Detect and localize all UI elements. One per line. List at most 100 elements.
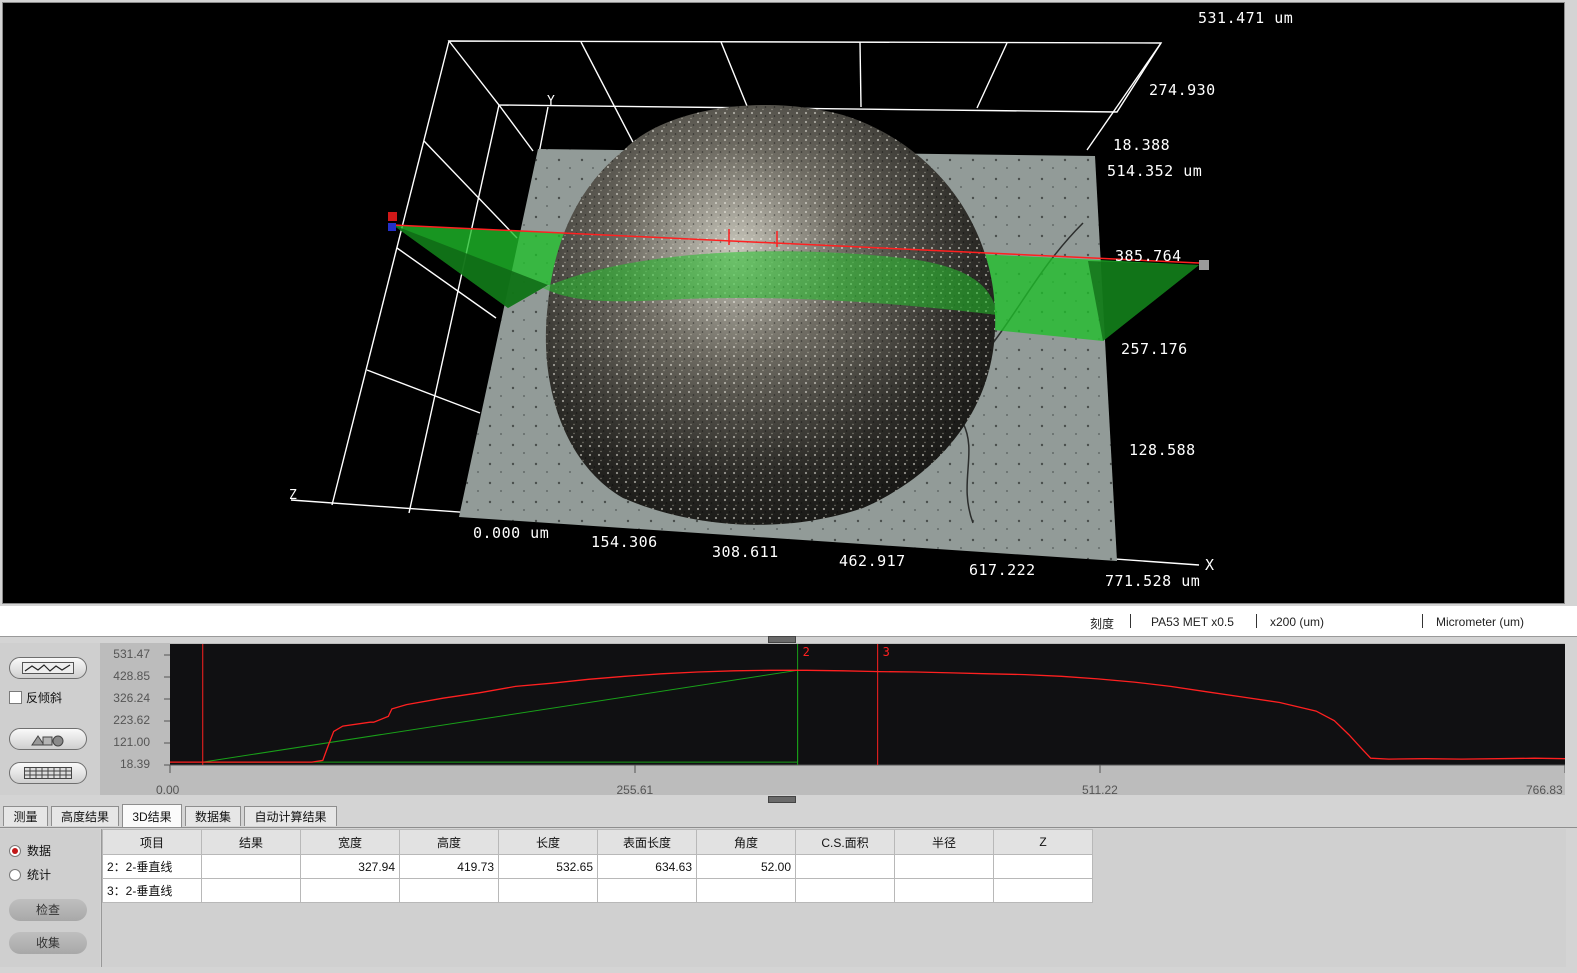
profile-chart[interactable]: 23 531.47 428.85 326.24 223.62 121.00 18.39 0… <box>100 643 1565 797</box>
table-row[interactable]: 3：2-垂直线 <box>102 878 1093 903</box>
tab-dataset[interactable]: 数据集 <box>185 806 241 826</box>
table-cell[interactable] <box>795 878 895 903</box>
table-cell[interactable] <box>696 878 796 903</box>
check-button[interactable]: 检查 <box>9 899 87 921</box>
x-tick-label: 511.22 <box>1082 783 1118 797</box>
y-tick-label: 121.00 <box>113 735 150 749</box>
x-tick-label: 462.917 <box>839 552 906 570</box>
x-tick-label: 0.00 <box>156 783 180 797</box>
table-row[interactable]: 2：2-垂直线 327.94 419.73 532.65 634.63 52.0… <box>102 854 1093 879</box>
x-max-label: 771.528 um <box>1105 572 1201 590</box>
profile-plot: 23 <box>164 644 1565 773</box>
y-max-label: 514.352 um <box>1107 162 1203 180</box>
status-zoom: x200 (um) <box>1270 615 1325 629</box>
z-tick-label: 274.930 <box>1149 81 1216 99</box>
table-cell[interactable] <box>399 878 499 903</box>
table-cell[interactable]: 634.63 <box>597 854 697 879</box>
invert-tilt-checkbox[interactable] <box>9 691 22 704</box>
splitter-handle[interactable] <box>768 796 796 803</box>
column-header[interactable]: 高度 <box>399 829 499 855</box>
results-table-area: 项目 结果 宽度 高度 长度 表面长度 角度 C.S.面积 半径 Z 2：2-垂… <box>101 829 1566 967</box>
radio-data[interactable]: 数据 <box>9 842 51 859</box>
table-cell[interactable] <box>894 854 994 879</box>
table-cell[interactable] <box>795 854 895 879</box>
3d-viewport[interactable]: 531.471 um 274.930 18.388 514.352 um 385… <box>2 2 1565 604</box>
table-cell[interactable] <box>993 854 1093 879</box>
table-cell[interactable] <box>498 878 598 903</box>
y-tick-label: 326.24 <box>113 691 150 705</box>
table-cell[interactable]: 52.00 <box>696 854 796 879</box>
table-cell[interactable] <box>201 878 301 903</box>
table-header-row: 项目 结果 宽度 高度 长度 表面长度 角度 C.S.面积 半径 Z <box>102 829 1093 855</box>
tab-divider <box>0 827 1577 828</box>
grid-view-button[interactable] <box>9 762 87 784</box>
results-options-panel: 数据 统计 检查 收集 <box>0 829 100 967</box>
table-cell[interactable] <box>201 854 301 879</box>
plot-area <box>170 644 1565 765</box>
profile-wave-icon <box>22 662 74 674</box>
table-cell[interactable]: 532.65 <box>498 854 598 879</box>
column-header[interactable]: 角度 <box>696 829 796 855</box>
3d-view-button[interactable] <box>9 728 87 750</box>
column-header[interactable]: 表面长度 <box>597 829 697 855</box>
radio-statistics-dot[interactable] <box>9 868 21 881</box>
z-axis-letter: Z <box>289 488 298 503</box>
y-tick-label: 18.388 <box>1113 136 1171 154</box>
radio-data-label: 数据 <box>27 844 52 858</box>
splitter-handle[interactable] <box>768 636 796 643</box>
tab-measure[interactable]: 测量 <box>3 806 48 826</box>
column-header[interactable]: 半径 <box>894 829 994 855</box>
status-separator <box>1256 614 1257 628</box>
results-table: 项目 结果 宽度 高度 长度 表面长度 角度 C.S.面积 半径 Z 2：2-垂… <box>102 829 1093 903</box>
table-cell[interactable] <box>993 878 1093 903</box>
tab-auto-calc-results[interactable]: 自动计算结果 <box>244 806 337 826</box>
status-separator <box>1422 614 1423 628</box>
y-tick-label: 428.85 <box>113 669 150 683</box>
invert-tilt-toggle[interactable]: 反倾斜 <box>9 689 62 706</box>
column-header[interactable]: Z <box>993 829 1093 855</box>
y-tick-label: 128.588 <box>1129 441 1196 459</box>
tab-3d-results[interactable]: 3D结果 <box>122 804 182 828</box>
table-cell[interactable]: 419.73 <box>399 854 499 879</box>
y-tick-label: 385.764 <box>1115 247 1182 265</box>
grid-pattern-icon <box>24 767 72 779</box>
y-tick-label: 257.176 <box>1121 340 1188 358</box>
sphere-specimen <box>545 104 996 525</box>
result-tabs: 测量 高度结果 3D结果 数据集 自动计算结果 <box>0 804 1577 828</box>
table-cell[interactable]: 3：2-垂直线 <box>102 878 202 903</box>
x-tick-label: 308.611 <box>712 543 779 561</box>
status-mode: 刻度 <box>1090 617 1115 631</box>
table-cell[interactable] <box>894 878 994 903</box>
x-tick-label: 255.61 <box>616 783 654 797</box>
table-cell[interactable]: 2：2-垂直线 <box>102 854 202 879</box>
column-header[interactable]: 宽度 <box>300 829 400 855</box>
profile-end-handle <box>1199 260 1209 270</box>
status-separator <box>1130 614 1131 628</box>
radio-data-dot[interactable] <box>9 844 21 857</box>
3d-scene <box>290 40 1209 566</box>
3d-shapes-icon <box>31 735 64 747</box>
x-tick-label: 617.222 <box>969 561 1036 579</box>
profile-view-button[interactable] <box>9 657 87 679</box>
x-tick-label: 154.306 <box>591 533 658 551</box>
column-header[interactable]: 长度 <box>498 829 598 855</box>
column-header[interactable]: 项目 <box>102 829 202 855</box>
table-cell[interactable] <box>300 878 400 903</box>
column-header[interactable]: C.S.面积 <box>795 829 895 855</box>
radio-statistics-label: 统计 <box>27 868 52 882</box>
y-tick-label: 531.47 <box>113 647 150 661</box>
y-tick-label: 18.39 <box>119 757 150 771</box>
cursor-label: 2 <box>803 645 810 659</box>
radio-statistics[interactable]: 统计 <box>9 866 51 883</box>
cursor-label: 3 <box>883 645 890 659</box>
table-cell[interactable]: 327.94 <box>300 854 400 879</box>
y-axis-letter: Y <box>547 94 556 109</box>
status-unit: Micrometer (um) <box>1436 615 1525 629</box>
profile-tools-panel: 反倾斜 <box>0 643 100 795</box>
column-header[interactable]: 结果 <box>201 829 301 855</box>
tab-height-results[interactable]: 高度结果 <box>51 806 119 826</box>
collect-button[interactable]: 收集 <box>9 932 87 954</box>
table-cell[interactable] <box>597 878 697 903</box>
invert-tilt-label: 反倾斜 <box>26 691 63 705</box>
x-tick-label: 766.83 <box>1526 783 1563 797</box>
